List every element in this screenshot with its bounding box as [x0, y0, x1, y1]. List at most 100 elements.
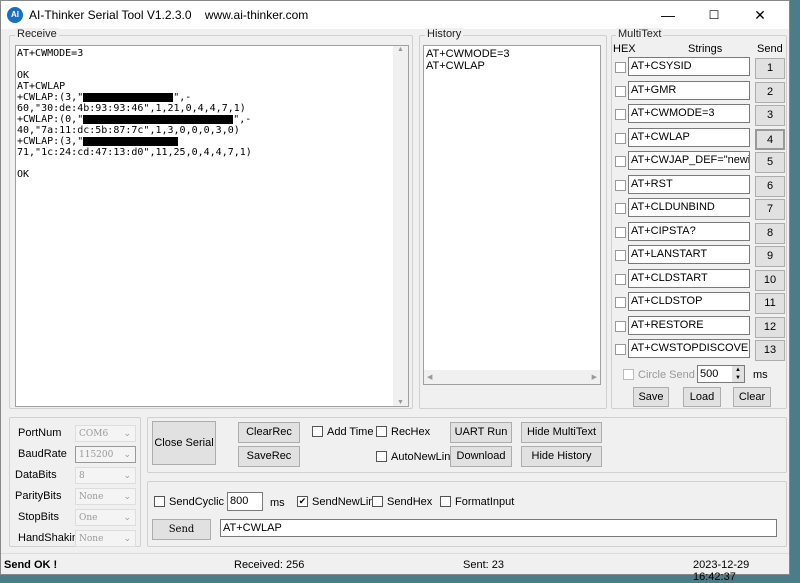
- send-cyclic-interval-input[interactable]: 800: [227, 492, 263, 511]
- multitext-send-button[interactable]: 11: [755, 293, 785, 314]
- multitext-send-button[interactable]: 4: [755, 128, 785, 150]
- load-button[interactable]: Load: [683, 387, 721, 407]
- port-field-select[interactable]: None ⌄: [75, 530, 136, 547]
- hex-checkbox[interactable]: [615, 297, 626, 308]
- multitext-string-input[interactable]: AT+CLDSTOP: [628, 292, 750, 311]
- hex-checkbox[interactable]: [615, 85, 626, 97]
- multitext-send-button[interactable]: 9: [755, 246, 785, 267]
- close-serial-button[interactable]: Close Serial: [152, 421, 216, 465]
- multitext-send-button[interactable]: 5: [755, 152, 785, 173]
- hex-checkbox[interactable]: [615, 132, 626, 144]
- receive-line: AT+CWLAP: [17, 81, 407, 92]
- chevron-down-icon: ⌄: [123, 450, 131, 460]
- port-field-value: 8: [79, 471, 85, 481]
- hex-checkbox[interactable]: [615, 273, 626, 285]
- send-hex-checkbox[interactable]: [372, 496, 383, 507]
- clear-rec-button[interactable]: ClearRec: [238, 422, 300, 443]
- close-button[interactable]: ✕: [737, 1, 783, 29]
- multitext-send-button[interactable]: 7: [755, 199, 785, 220]
- port-field-select[interactable]: None ⌄: [75, 488, 136, 505]
- multitext-send-button[interactable]: 8: [755, 222, 785, 244]
- history-list[interactable]: AT+CWMODE=3 AT+CWLAP ◀ ▶: [423, 45, 601, 385]
- port-field-label: BaudRate: [18, 448, 67, 460]
- chevron-down-icon: ⌄: [123, 429, 131, 439]
- multitext-string-input[interactable]: AT+RESTORE: [628, 315, 750, 335]
- receive-textarea[interactable]: AT+CWMODE=3 OK AT+CWLAP +CWLAP:(3," ",- 60,"3…: [15, 45, 409, 407]
- hex-checkbox[interactable]: [615, 62, 626, 73]
- history-hscrollbar[interactable]: ◀ ▶: [424, 370, 600, 384]
- rec-hex-checkbox[interactable]: [376, 426, 387, 437]
- save-rec-button[interactable]: SaveRec: [238, 446, 300, 467]
- port-field-value: 115200: [79, 450, 114, 460]
- uart-run-button[interactable]: UART Run: [450, 422, 512, 443]
- multitext-string-input[interactable]: AT+CWSTOPDISCOVER: [628, 339, 750, 358]
- hex-checkbox[interactable]: [615, 226, 626, 238]
- send-button[interactable]: Send: [152, 519, 211, 540]
- multitext-send-button[interactable]: 1: [755, 58, 785, 79]
- send-newline-checkbox[interactable]: ✔: [297, 496, 308, 507]
- send-newline-label: SendNewLin: [312, 496, 375, 508]
- hex-checkbox[interactable]: [615, 320, 626, 332]
- send-cyclic-checkbox[interactable]: [154, 496, 165, 507]
- multitext-send-button[interactable]: 13: [755, 340, 785, 361]
- receive-line: [17, 59, 407, 70]
- hex-checkbox[interactable]: [615, 156, 626, 167]
- hex-checkbox[interactable]: [615, 250, 626, 261]
- port-field-select[interactable]: 115200 ⌄: [75, 446, 136, 463]
- multitext-string-input[interactable]: AT+LANSTART: [628, 245, 750, 264]
- multitext-string-input[interactable]: AT+CWLAP: [628, 127, 750, 147]
- app-window: AI AI-Thinker Serial Tool V1.2.3.0 www.a…: [0, 0, 790, 583]
- save-button[interactable]: Save: [633, 387, 669, 407]
- multitext-send-button[interactable]: 10: [755, 269, 785, 291]
- send-input[interactable]: AT+CWLAP: [220, 519, 777, 537]
- port-field-select[interactable]: 8 ⌄: [75, 467, 136, 484]
- add-time-checkbox[interactable]: [312, 426, 323, 437]
- hide-multitext-button[interactable]: Hide MultiText: [521, 422, 602, 443]
- history-item[interactable]: AT+CWMODE=3: [426, 48, 598, 60]
- receive-line-text: OK: [17, 70, 30, 81]
- multitext-string-input[interactable]: AT+CIPSTA?: [628, 221, 750, 241]
- auto-newline-checkbox[interactable]: [376, 451, 387, 462]
- circle-send-label: Circle Send: [638, 369, 695, 381]
- multitext-string-input[interactable]: AT+GMR: [628, 80, 750, 100]
- hex-checkbox[interactable]: [615, 179, 626, 191]
- format-input-checkbox[interactable]: [440, 496, 451, 507]
- clear-button[interactable]: Clear: [733, 387, 771, 407]
- multitext-send-button[interactable]: 3: [755, 105, 785, 126]
- multitext-send-button[interactable]: 12: [755, 316, 785, 338]
- status-bar: Send OK ! Received: 256 Sent: 23 2023-12…: [1, 553, 789, 583]
- multitext-string-input[interactable]: AT+CWJAP_DEF="newifi_: [628, 151, 750, 170]
- multitext-string-input[interactable]: AT+RST: [628, 174, 750, 194]
- download-button[interactable]: Download: [450, 446, 512, 467]
- circle-send-checkbox[interactable]: [623, 369, 634, 380]
- port-field-select[interactable]: COM6 ⌄: [75, 425, 136, 442]
- port-field-label: DataBits: [15, 469, 57, 481]
- hex-checkbox[interactable]: [615, 109, 626, 120]
- receive-line-text: OK: [17, 169, 30, 180]
- port-field-label: ParityBits: [15, 490, 62, 502]
- multitext-label: MultiText: [616, 28, 664, 40]
- hex-checkbox[interactable]: [615, 203, 626, 214]
- interval-spinner[interactable]: ▲ ▼: [732, 366, 744, 382]
- multitext-string-input[interactable]: AT+CSYSID: [628, 57, 750, 76]
- multitext-string-input[interactable]: AT+CLDSTART: [628, 268, 750, 288]
- receive-line: +CWLAP:(0," ",-: [17, 114, 407, 125]
- hex-checkbox[interactable]: [615, 344, 626, 355]
- maximize-button[interactable]: ☐: [691, 1, 737, 29]
- receive-line: OK: [17, 70, 407, 81]
- hide-history-button[interactable]: Hide History: [521, 446, 602, 467]
- multitext-string-input[interactable]: AT+CLDUNBIND: [628, 198, 750, 217]
- receive-line-text: +CWLAP:(3,": [17, 136, 84, 147]
- port-field-value: One: [79, 513, 98, 523]
- port-field-select[interactable]: One ⌄: [75, 509, 136, 526]
- multitext-string-input[interactable]: AT+CWMODE=3: [628, 104, 750, 123]
- receive-scrollbar[interactable]: ▲ ▼: [393, 46, 408, 406]
- minimize-button[interactable]: —: [645, 1, 691, 29]
- history-item[interactable]: AT+CWLAP: [426, 60, 598, 72]
- app-logo-icon: AI: [7, 7, 23, 23]
- multitext-send-button[interactable]: 2: [755, 81, 785, 103]
- rec-hex-label: RecHex: [391, 426, 431, 438]
- receive-line-suffix: ",-: [173, 92, 192, 103]
- redacted-ssid: [83, 92, 174, 102]
- multitext-send-button[interactable]: 6: [755, 175, 785, 197]
